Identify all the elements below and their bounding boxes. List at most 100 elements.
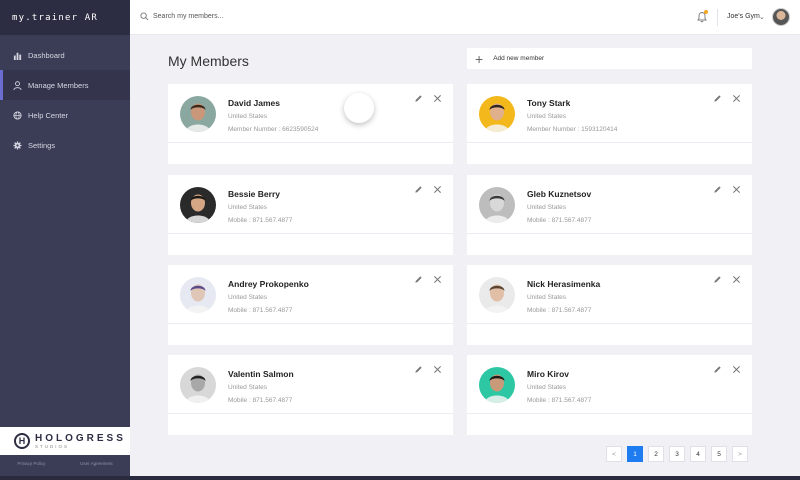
member-card[interactable]: Valentin Salmon United States Mobile : 871… <box>168 355 453 435</box>
member-detail: Mobile : 871.567.4877 <box>228 217 293 224</box>
legal-links: Privacy Policy User Agreement <box>0 461 130 466</box>
member-avatar <box>479 277 515 313</box>
member-avatar <box>479 96 515 132</box>
gym-selector[interactable]: Joe's Gym <box>727 13 760 20</box>
pencil-icon[interactable] <box>414 94 423 103</box>
page-button-2[interactable]: 2 <box>648 446 664 462</box>
member-country: United States <box>228 294 268 301</box>
member-card[interactable]: Tony Stark United States Member Number : 1… <box>467 84 752 164</box>
card-divider <box>467 413 752 414</box>
sidebar-item-label: Settings <box>28 140 56 150</box>
pencil-icon[interactable] <box>713 365 722 374</box>
plus-icon: + <box>475 50 484 67</box>
user-icon <box>12 80 22 90</box>
sidebar-item-label: Dashboard <box>28 50 65 60</box>
page-title: My Members <box>168 53 249 69</box>
app-brand: my.trainer AR <box>0 0 130 35</box>
privacy-policy-link[interactable]: Privacy Policy <box>17 461 45 466</box>
globe-icon <box>12 110 22 120</box>
member-card[interactable]: Bessie Berry United States Mobile : 871.56… <box>168 175 453 255</box>
member-country: United States <box>228 384 268 391</box>
sidebar-item-settings[interactable]: Settings <box>0 130 130 160</box>
card-divider <box>467 142 752 143</box>
next-page-button[interactable]: > <box>732 446 748 462</box>
close-icon[interactable] <box>732 94 741 103</box>
bar-chart-icon <box>12 50 22 60</box>
sidebar-nav: Dashboard Manage Members Help Center Set… <box>0 40 130 160</box>
add-member-label: Add new member <box>493 55 545 62</box>
close-icon[interactable] <box>433 275 442 284</box>
member-name[interactable]: Tony Stark <box>527 98 570 108</box>
sidebar-item-label: Help Center <box>28 110 69 120</box>
member-name[interactable]: Nick Herasimenka <box>527 279 600 289</box>
member-detail: Mobile : 871.567.4877 <box>228 397 293 404</box>
close-icon[interactable] <box>732 185 741 194</box>
card-divider <box>168 142 453 143</box>
member-card[interactable]: Gleb Kuznetsov United States Mobile : 871.… <box>467 175 752 255</box>
member-detail: Mobile : 871.567.4877 <box>527 217 592 224</box>
sidebar-item-dashboard[interactable]: Dashboard <box>0 40 130 70</box>
member-country: United States <box>527 294 567 301</box>
card-divider <box>467 323 752 324</box>
member-card[interactable]: Andrey Prokopenko United States Mobile : 8… <box>168 265 453 345</box>
sidebar-item-label: Manage Members <box>28 80 89 90</box>
page-button-3[interactable]: 3 <box>669 446 685 462</box>
pencil-icon[interactable] <box>713 94 722 103</box>
search-placeholder: Search my members... <box>153 13 224 20</box>
card-divider <box>168 413 453 414</box>
logo-main: HOLOGRESS <box>35 433 126 444</box>
member-detail: Member Number : 1593120414 <box>527 126 618 133</box>
member-name[interactable]: David James <box>228 98 280 108</box>
chevron-down-icon[interactable]: ⌄ <box>759 13 765 21</box>
page-button-4[interactable]: 4 <box>690 446 706 462</box>
logo-mark: H <box>14 433 30 449</box>
member-card[interactable]: Nick Herasimenka United States Mobile : 87… <box>467 265 752 345</box>
sidebar: my.trainer AR Dashboard Manage Members H… <box>0 0 130 480</box>
top-bar: Search my members... Joe's Gym ⌄ <box>130 0 800 35</box>
member-detail: Member Number : 6623590524 <box>228 126 319 133</box>
member-detail: Mobile : 871.567.4877 <box>527 307 592 314</box>
logo-text: HOLOGRESS STUDIOS <box>35 433 126 449</box>
pencil-icon[interactable] <box>713 185 722 194</box>
member-card[interactable]: Miro Kirov United States Mobile : 871.567.… <box>467 355 752 435</box>
pencil-icon[interactable] <box>414 185 423 194</box>
member-name[interactable]: Bessie Berry <box>228 189 280 199</box>
member-avatar <box>180 96 216 132</box>
member-avatar <box>180 277 216 313</box>
sidebar-item-help-center[interactable]: Help Center <box>0 100 130 130</box>
card-divider <box>168 323 453 324</box>
user-agreement-link[interactable]: User Agreement <box>80 461 113 466</box>
pencil-icon[interactable] <box>713 275 722 284</box>
prev-page-button[interactable]: < <box>606 446 622 462</box>
sidebar-item-manage-members[interactable]: Manage Members <box>0 70 130 100</box>
member-name[interactable]: Miro Kirov <box>527 369 569 379</box>
add-member-button[interactable]: + Add new member <box>467 48 752 69</box>
close-icon[interactable] <box>732 275 741 284</box>
member-name[interactable]: Gleb Kuznetsov <box>527 189 591 199</box>
member-name[interactable]: Valentin Salmon <box>228 369 294 379</box>
close-icon[interactable] <box>732 365 741 374</box>
member-avatar <box>180 187 216 223</box>
avatar[interactable] <box>772 8 790 26</box>
page-button-1[interactable]: 1 <box>627 446 643 462</box>
close-icon[interactable] <box>433 94 442 103</box>
pencil-icon[interactable] <box>414 275 423 284</box>
bottom-bar <box>0 476 800 480</box>
member-avatar <box>479 367 515 403</box>
logo-sub: STUDIOS <box>35 444 70 449</box>
search-icon <box>140 12 149 21</box>
member-card[interactable]: David James United States Member Number : … <box>168 84 453 164</box>
page-button-5[interactable]: 5 <box>711 446 727 462</box>
member-detail: Mobile : 871.567.4877 <box>527 397 592 404</box>
close-icon[interactable] <box>433 365 442 374</box>
notification-dot <box>704 10 708 14</box>
close-icon[interactable] <box>433 185 442 194</box>
search-input[interactable]: Search my members... <box>140 12 223 21</box>
card-divider <box>168 233 453 234</box>
member-avatar <box>180 367 216 403</box>
member-country: United States <box>527 204 567 211</box>
pencil-icon[interactable] <box>414 365 423 374</box>
member-detail: Mobile : 871.567.4877 <box>228 307 293 314</box>
member-name[interactable]: Andrey Prokopenko <box>228 279 309 289</box>
member-country: United States <box>527 384 567 391</box>
